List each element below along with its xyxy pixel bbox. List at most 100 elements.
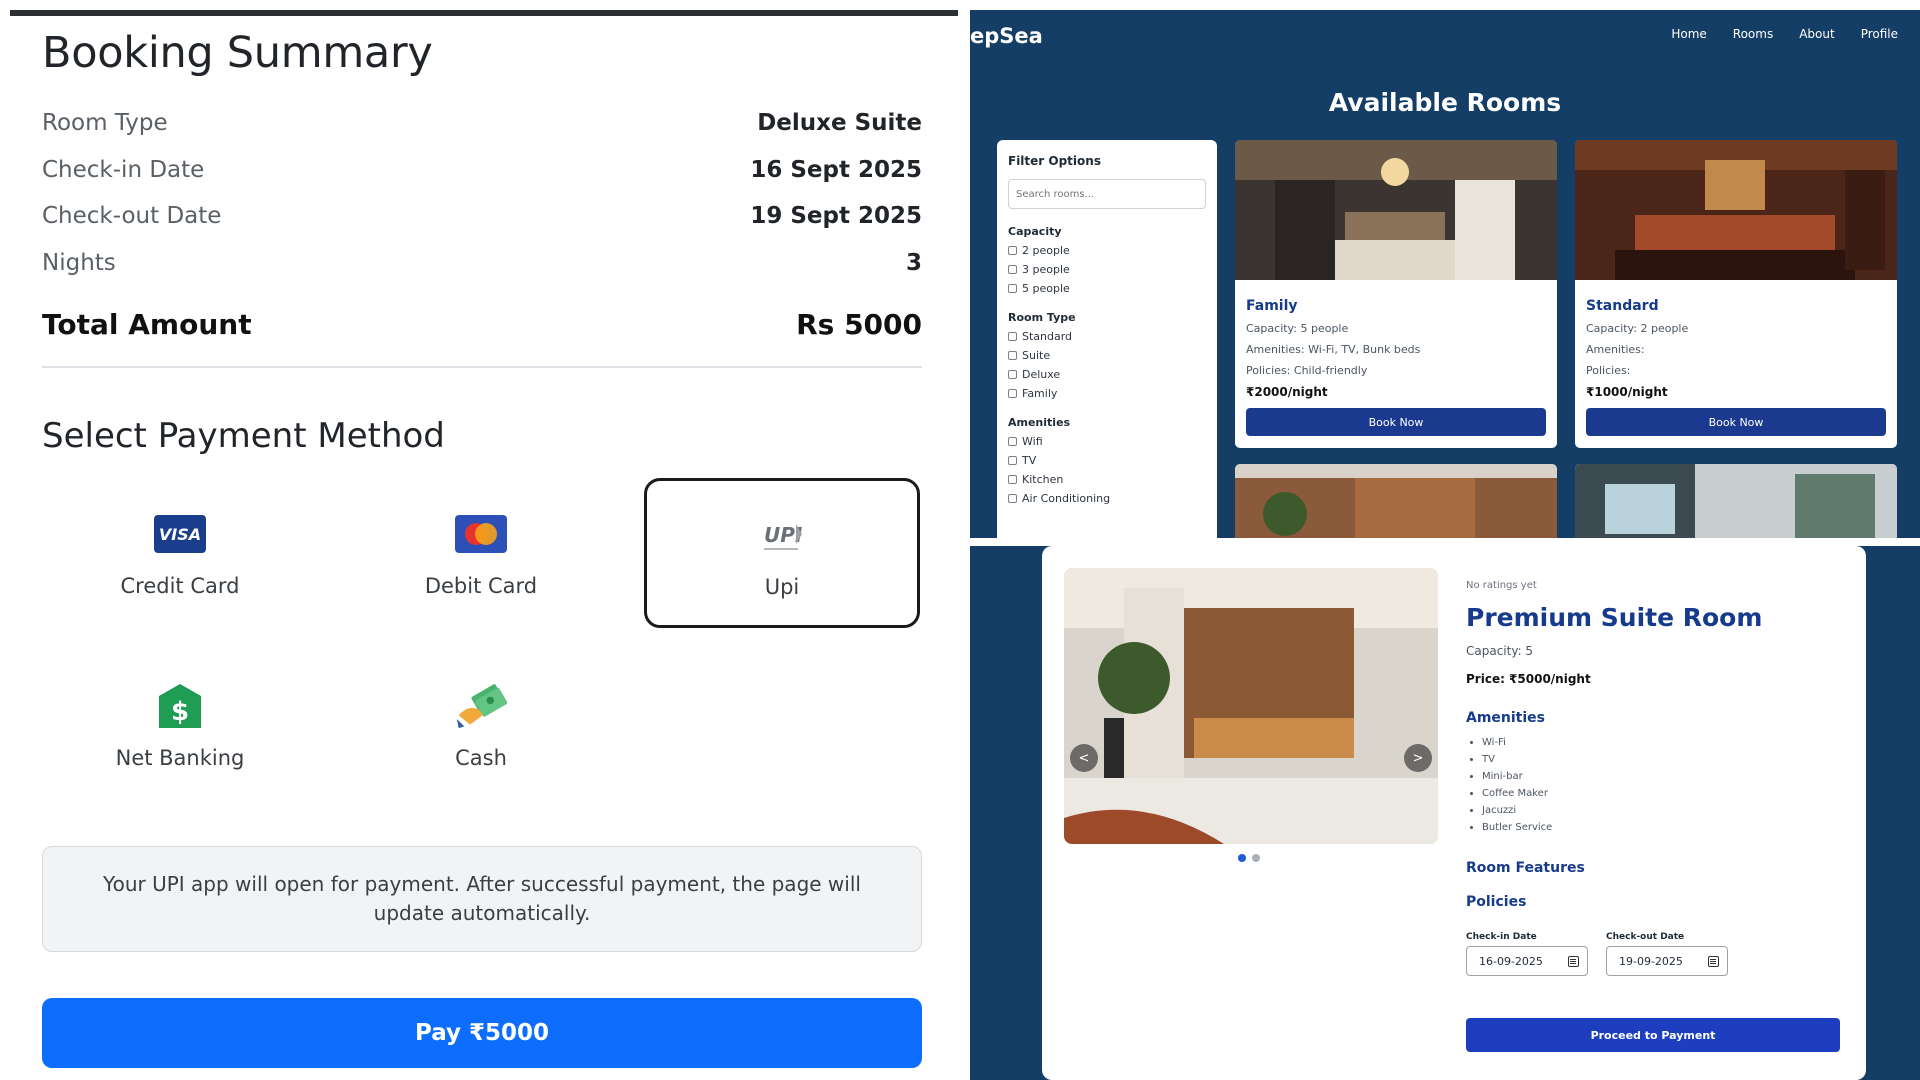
filter-option-label: Wifi: [1022, 435, 1043, 448]
filter-option[interactable]: Deluxe: [1008, 368, 1206, 381]
nav-profile[interactable]: Profile: [1861, 27, 1898, 41]
room-card-partial[interactable]: [1235, 464, 1557, 538]
filter-option-label: Standard: [1022, 330, 1073, 343]
check-in-input[interactable]: 16-09-2025: [1466, 946, 1588, 976]
summary-row-room-type: Room Type Deluxe Suite: [42, 110, 922, 136]
filter-option[interactable]: 5 people: [1008, 282, 1206, 295]
checkbox[interactable]: [1008, 475, 1017, 484]
checkbox[interactable]: [1008, 456, 1017, 465]
checkbox[interactable]: [1008, 284, 1017, 293]
checkbox[interactable]: [1008, 370, 1017, 379]
checkbox[interactable]: [1008, 389, 1017, 398]
summary-label: Nights: [42, 250, 116, 276]
filter-option[interactable]: 2 people: [1008, 244, 1206, 257]
checkbox[interactable]: [1008, 332, 1017, 341]
dollar-icon: $: [154, 682, 206, 730]
calendar-icon[interactable]: [1708, 955, 1719, 967]
room-capacity: Capacity: 5: [1466, 644, 1534, 658]
filter-option[interactable]: TV: [1008, 454, 1206, 467]
amenities-list: Wi-Fi TV Mini-bar Coffee Maker Jacuzzi B…: [1482, 734, 1844, 836]
payment-method-cash[interactable]: Cash: [343, 652, 619, 802]
checkbox[interactable]: [1008, 494, 1017, 503]
check-in-label: Check-in Date: [1466, 932, 1537, 942]
room-policies: Policies: Child-friendly: [1246, 364, 1368, 377]
search-input[interactable]: [1008, 179, 1206, 209]
room-price: Price: ₹5000/night: [1466, 672, 1591, 686]
check-out-input[interactable]: 19-09-2025: [1606, 946, 1728, 976]
carousel-next-button[interactable]: >: [1404, 744, 1432, 772]
available-rooms-panel: epSea Home Rooms About Profile Available…: [970, 10, 1920, 538]
room-policies: Policies:: [1586, 364, 1631, 377]
carousel-dot[interactable]: [1252, 854, 1260, 862]
filter-option-label: Family: [1022, 387, 1058, 400]
total-value: Rs 5000: [796, 308, 922, 341]
filter-option[interactable]: Kitchen: [1008, 473, 1206, 486]
filter-panel: Filter Options Capacity 2 people 3 peopl…: [997, 140, 1217, 538]
room-card-partial[interactable]: [1575, 464, 1897, 538]
room-price: ₹2000/night: [1246, 385, 1328, 399]
filter-option[interactable]: Air Conditioning: [1008, 492, 1206, 505]
page-title: Booking Summary: [42, 28, 433, 78]
filter-group-title: Amenities: [1008, 416, 1071, 429]
filter-title: Filter Options: [1008, 154, 1101, 168]
carousel-prev-button[interactable]: <: [1070, 744, 1098, 772]
filter-group-title: Capacity: [1008, 225, 1062, 238]
book-now-button[interactable]: Book Now: [1246, 408, 1546, 436]
payment-method-credit-card[interactable]: VISA Credit Card: [42, 480, 318, 630]
amenity-item: Butler Service: [1482, 819, 1844, 836]
checkbox[interactable]: [1008, 351, 1017, 360]
room-name: Standard: [1586, 298, 1659, 314]
payment-method-label: Credit Card: [120, 574, 240, 598]
room-features-heading[interactable]: Room Features: [1466, 860, 1844, 876]
payment-method-label: Net Banking: [115, 746, 245, 770]
summary-label: Check-out Date: [42, 203, 222, 229]
filter-option-label: Air Conditioning: [1022, 492, 1111, 505]
proceed-to-payment-button[interactable]: Proceed to Payment: [1466, 1018, 1840, 1052]
filter-option-label: Suite: [1022, 349, 1051, 362]
nav-rooms[interactable]: Rooms: [1733, 27, 1773, 41]
upi-info-message: Your UPI app will open for payment. Afte…: [42, 846, 922, 952]
payment-method-debit-card[interactable]: Debit Card: [343, 480, 619, 630]
filter-option-label: TV: [1022, 454, 1037, 467]
filter-option[interactable]: Family: [1008, 387, 1206, 400]
summary-value: 19 Sept 2025: [750, 203, 922, 229]
summary-row-total: Total Amount Rs 5000: [42, 308, 922, 341]
room-image: [1575, 464, 1897, 538]
calendar-icon[interactable]: [1568, 955, 1579, 967]
check-in-value: 16-09-2025: [1479, 954, 1543, 968]
brand-logo[interactable]: epSea: [970, 24, 1043, 48]
checkbox[interactable]: [1008, 265, 1017, 274]
summary-row-nights: Nights 3: [42, 250, 922, 276]
summary-value: Deluxe Suite: [757, 110, 922, 136]
filter-option[interactable]: 3 people: [1008, 263, 1206, 276]
pay-button[interactable]: Pay ₹5000: [42, 998, 922, 1068]
policies-heading[interactable]: Policies: [1466, 894, 1844, 910]
room-detail-panel: < > No ratings yet Premium Suite Room Ca…: [970, 546, 1920, 1080]
filter-option[interactable]: Standard: [1008, 330, 1206, 343]
checkbox[interactable]: [1008, 246, 1017, 255]
filter-option-label: 3 people: [1022, 263, 1070, 276]
room-photo: [1064, 568, 1438, 844]
filter-option[interactable]: Suite: [1008, 349, 1206, 362]
payment-method-net-banking[interactable]: $ Net Banking: [42, 652, 318, 802]
checkbox[interactable]: [1008, 437, 1017, 446]
filter-option[interactable]: Wifi: [1008, 435, 1206, 448]
carousel-dot[interactable]: [1238, 854, 1246, 862]
room-photo-carousel[interactable]: < >: [1064, 568, 1438, 844]
room-card-family[interactable]: Family Capacity: 5 people Amenities: Wi-…: [1235, 140, 1557, 448]
date-pickers: Check-in Date 16-09-2025 Check-out Date …: [1466, 932, 1844, 976]
room-card-standard[interactable]: Standard Capacity: 2 people Amenities: P…: [1575, 140, 1897, 448]
summary-value: 3: [905, 250, 922, 276]
book-now-button[interactable]: Book Now: [1586, 408, 1886, 436]
check-out-label: Check-out Date: [1606, 932, 1685, 942]
amenity-item: Mini-bar: [1482, 768, 1844, 785]
payment-method-label: Debit Card: [424, 574, 538, 598]
room-info: No ratings yet Premium Suite Room Capaci…: [1466, 580, 1844, 976]
room-amenities: Amenities: Wi-Fi, TV, Bunk beds: [1246, 343, 1421, 356]
nav-home[interactable]: Home: [1671, 27, 1706, 41]
filter-option-label: 5 people: [1022, 282, 1070, 295]
payment-method-upi[interactable]: UPI Upi: [644, 478, 920, 628]
room-name: Family: [1246, 298, 1298, 314]
svg-text:VISA: VISA: [159, 525, 201, 544]
nav-about[interactable]: About: [1799, 27, 1834, 41]
